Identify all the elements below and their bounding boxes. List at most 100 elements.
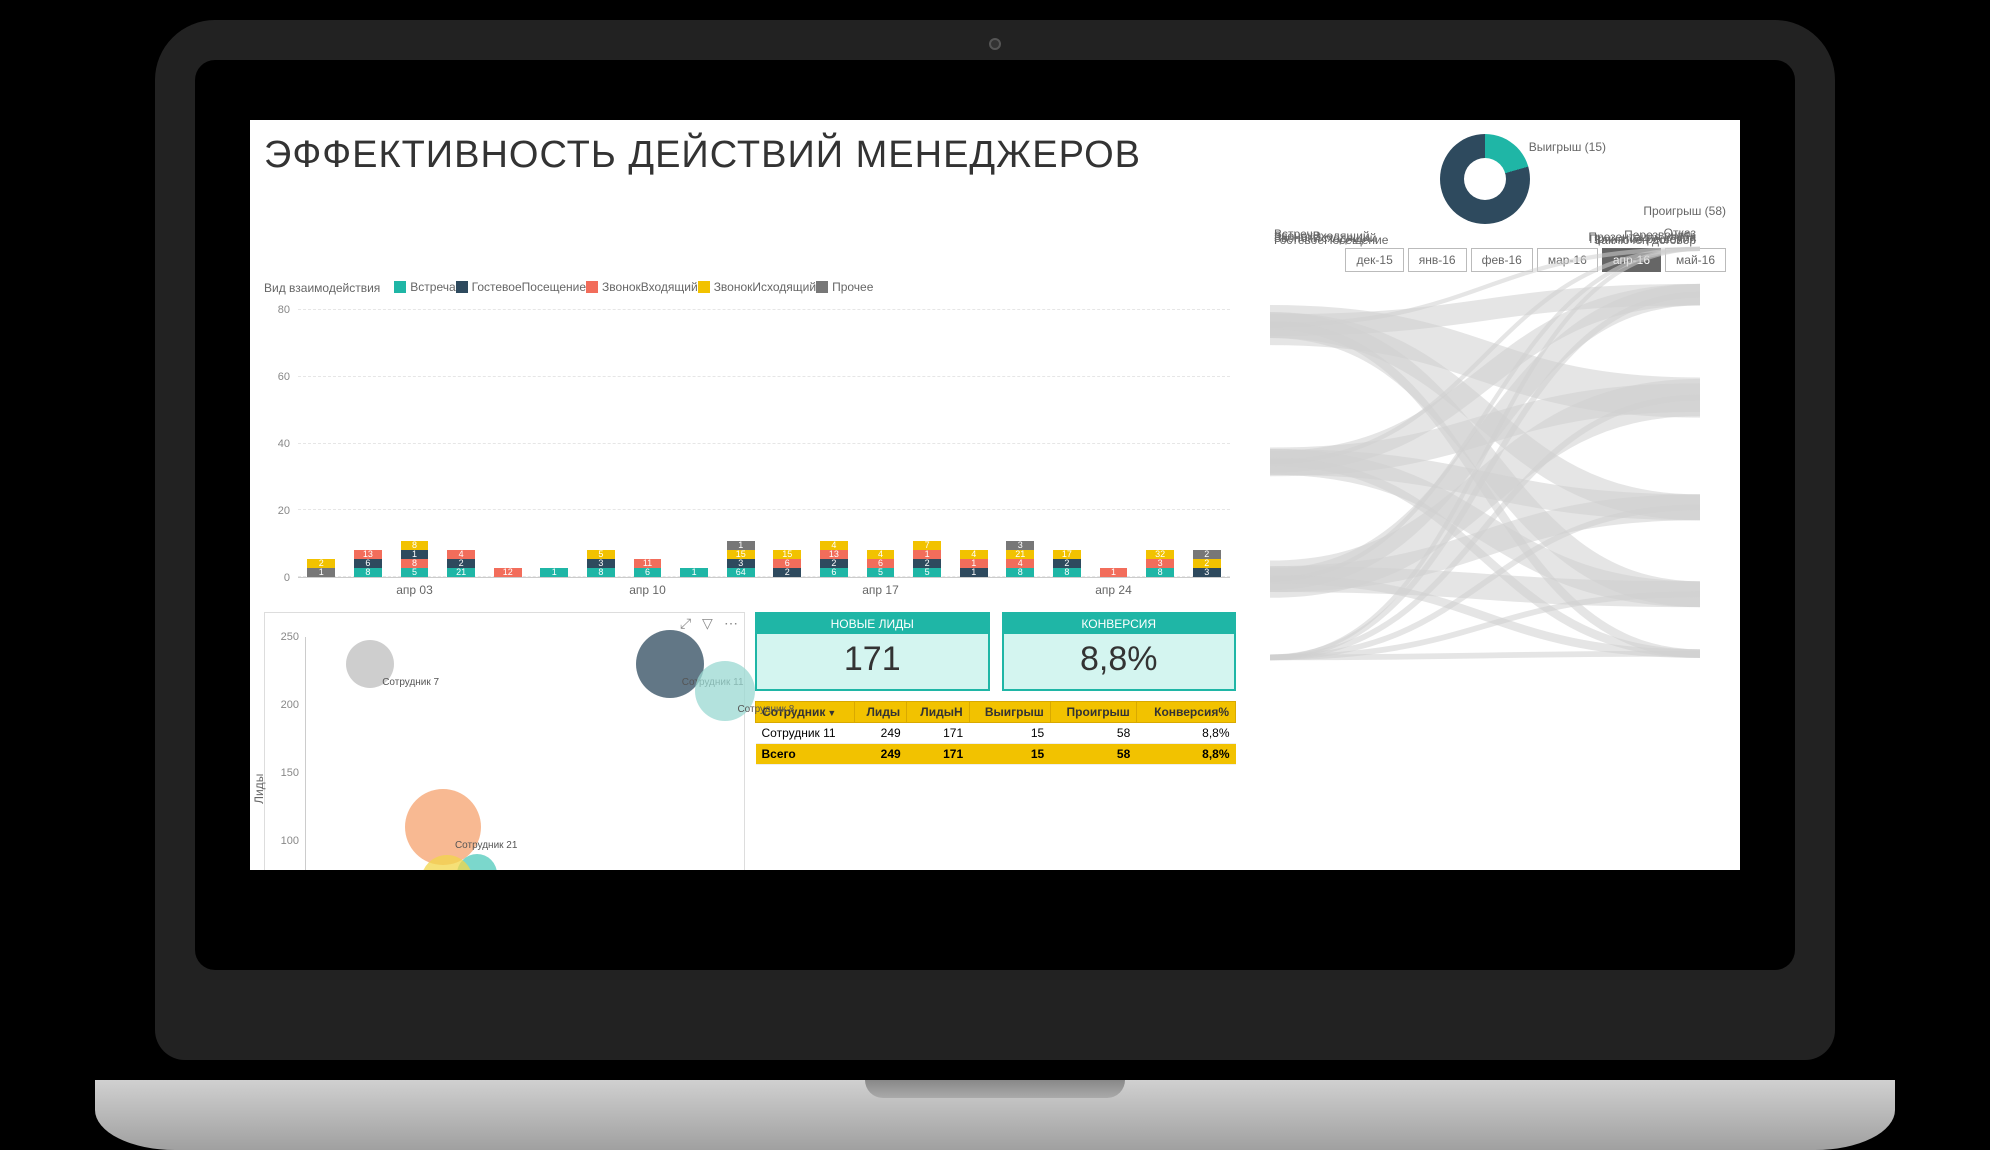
bar-column[interactable]: 2615: [773, 550, 801, 577]
table-cell: 58: [1050, 723, 1136, 744]
stacked-bar-chart[interactable]: 020406080 128613581821241218356111643151…: [264, 304, 1236, 604]
table-header[interactable]: Проигрыш: [1050, 702, 1136, 723]
bubble-chart[interactable]: ⤢ ▽ ⋯ Лиды 050100150200250 Сотрудник 7Со…: [264, 612, 745, 870]
x-tick-label: апр 03: [396, 583, 433, 597]
bar-column[interactable]: 8217: [1053, 550, 1081, 577]
bar-segment: 2: [820, 559, 848, 568]
table-header[interactable]: ЛидыН: [907, 702, 969, 723]
bar-segment: 12: [494, 568, 522, 577]
bar-column[interactable]: 1: [680, 568, 708, 577]
scatter-y-tick: 250: [281, 631, 299, 643]
bar-segment: 8: [1053, 568, 1081, 577]
bar-segment: 3: [727, 559, 755, 568]
screen-bezel: ЭФФЕКТИВНОСТЬ ДЕЙСТВИЙ МЕНЕДЖЕРОВ дек-15…: [195, 60, 1795, 970]
legend-item[interactable]: ЗвонокВходящий: [586, 280, 698, 294]
table-cell: 58: [1050, 744, 1136, 765]
bar-column[interactable]: 643151: [727, 541, 755, 577]
legend-item[interactable]: Прочее: [816, 280, 873, 294]
employee-table[interactable]: Сотрудник▼ЛидыЛидыНВыигрышПроигрышКонвер…: [755, 701, 1236, 765]
kpi-new-leads[interactable]: НОВЫЕ ЛИДЫ 171: [755, 612, 990, 691]
table-cell: 15: [969, 744, 1050, 765]
page-title: ЭФФЕКТИВНОСТЬ ДЕЙСТВИЙ МЕНЕДЖЕРОВ: [264, 134, 1236, 177]
table-cell: 171: [907, 723, 969, 744]
bar-segment: 15: [727, 550, 755, 559]
sankey-chart[interactable]: ВстречаЗвонокВходящийЗвонокИсходящийГост…: [1244, 232, 1726, 240]
bar-segment: 1: [1100, 568, 1128, 577]
bar-column[interactable]: 62134: [820, 541, 848, 577]
bar-segment: 1: [960, 559, 988, 568]
table-cell: 249: [854, 744, 907, 765]
table-cell: 171: [907, 744, 969, 765]
legend-item[interactable]: Встреча: [394, 280, 455, 294]
table-header[interactable]: Выигрыш: [969, 702, 1050, 723]
win-loss-donut[interactable]: Выигрыш (15) Проигрыш (58): [1244, 134, 1726, 224]
bar-column[interactable]: 5217: [913, 541, 941, 577]
bar-column[interactable]: 5818: [401, 541, 429, 577]
bar-segment: 13: [354, 550, 382, 559]
bar-column[interactable]: 835: [587, 550, 615, 577]
bar-segment: 8: [1006, 568, 1034, 577]
bar-column[interactable]: 564: [867, 550, 895, 577]
legend-item[interactable]: ЗвонокИсходящий: [698, 280, 816, 294]
bar-segment: 1: [913, 550, 941, 559]
bar-segment: 21: [1006, 550, 1034, 559]
bar-column[interactable]: 1: [1100, 568, 1128, 577]
bar-column[interactable]: 114: [960, 550, 988, 577]
table-header[interactable]: Лиды: [854, 702, 907, 723]
table-cell: 8,8%: [1136, 723, 1235, 744]
laptop-frame: ЭФФЕКТИВНОСТЬ ДЕЙСТВИЙ МЕНЕДЖЕРОВ дек-15…: [155, 20, 1835, 1060]
bubble-point[interactable]: [405, 789, 481, 865]
table-cell: Сотрудник 11: [756, 723, 855, 744]
bar-column[interactable]: 1: [540, 568, 568, 577]
table-header[interactable]: Конверсия%: [1136, 702, 1235, 723]
focus-icon[interactable]: ⤢: [680, 615, 696, 631]
bar-segment: 2: [1193, 559, 1221, 568]
bar-column[interactable]: 8332: [1146, 550, 1174, 577]
bar-segment: 3: [1146, 559, 1174, 568]
bar-segment: 6: [867, 559, 895, 568]
bar-segment: 17: [1053, 550, 1081, 559]
donut-loss-label: Проигрыш (58): [1643, 204, 1726, 218]
more-icon[interactable]: ⋯: [724, 615, 740, 631]
bar-segment: 5: [913, 568, 941, 577]
table-row[interactable]: Всего24917115588,8%: [756, 744, 1236, 765]
bar-column[interactable]: 84213: [1006, 541, 1034, 577]
bar-segment: 7: [913, 541, 941, 550]
bar-segment: 3: [587, 559, 615, 568]
bar-column[interactable]: 2124: [447, 550, 475, 577]
bar-segment: 2: [447, 559, 475, 568]
scatter-ylabel: Лиды: [252, 774, 266, 804]
sankey-label: Заключен договор: [1594, 233, 1696, 247]
bar-segment: 3: [1193, 568, 1221, 577]
bar-column[interactable]: 12: [307, 559, 335, 577]
y-tick-label: 60: [278, 371, 290, 383]
legend-item[interactable]: ГостевоеПосещение: [456, 280, 586, 294]
bar-segment: 2: [913, 559, 941, 568]
bar-segment: 32: [1146, 550, 1174, 559]
kpi-conv-title: КОНВЕРСИЯ: [1004, 614, 1235, 634]
x-tick-label: апр 17: [862, 583, 899, 597]
legend-row: Вид взаимодействия ВстречаГостевоеПосеще…: [264, 280, 1236, 296]
bar-column[interactable]: 611: [634, 559, 662, 577]
bar-column[interactable]: 322: [1193, 550, 1221, 577]
scatter-y-tick: 100: [281, 835, 299, 847]
scatter-y-tick: 150: [281, 767, 299, 779]
y-tick-label: 80: [278, 304, 290, 316]
kpi-conv-value: 8,8%: [1008, 640, 1231, 679]
bar-segment: 1: [540, 568, 568, 577]
bar-segment: 4: [1006, 559, 1034, 568]
bar-segment: 5: [401, 568, 429, 577]
y-tick-label: 0: [284, 572, 290, 584]
bar-column[interactable]: 8613: [354, 550, 382, 577]
bubble-label: Сотрудник 8: [737, 704, 794, 715]
table-cell: Всего: [756, 744, 855, 765]
bar-segment: 5: [867, 568, 895, 577]
filter-icon[interactable]: ▽: [702, 615, 718, 631]
bar-column[interactable]: 12: [494, 568, 522, 577]
bubble-label: Сотрудник 21: [455, 840, 517, 851]
bar-segment: 6: [354, 559, 382, 568]
kpi-conversion[interactable]: КОНВЕРСИЯ 8,8%: [1002, 612, 1237, 691]
table-row[interactable]: Сотрудник 1124917115588,8%: [756, 723, 1236, 744]
bar-segment: 6: [634, 568, 662, 577]
bar-segment: 1: [680, 568, 708, 577]
